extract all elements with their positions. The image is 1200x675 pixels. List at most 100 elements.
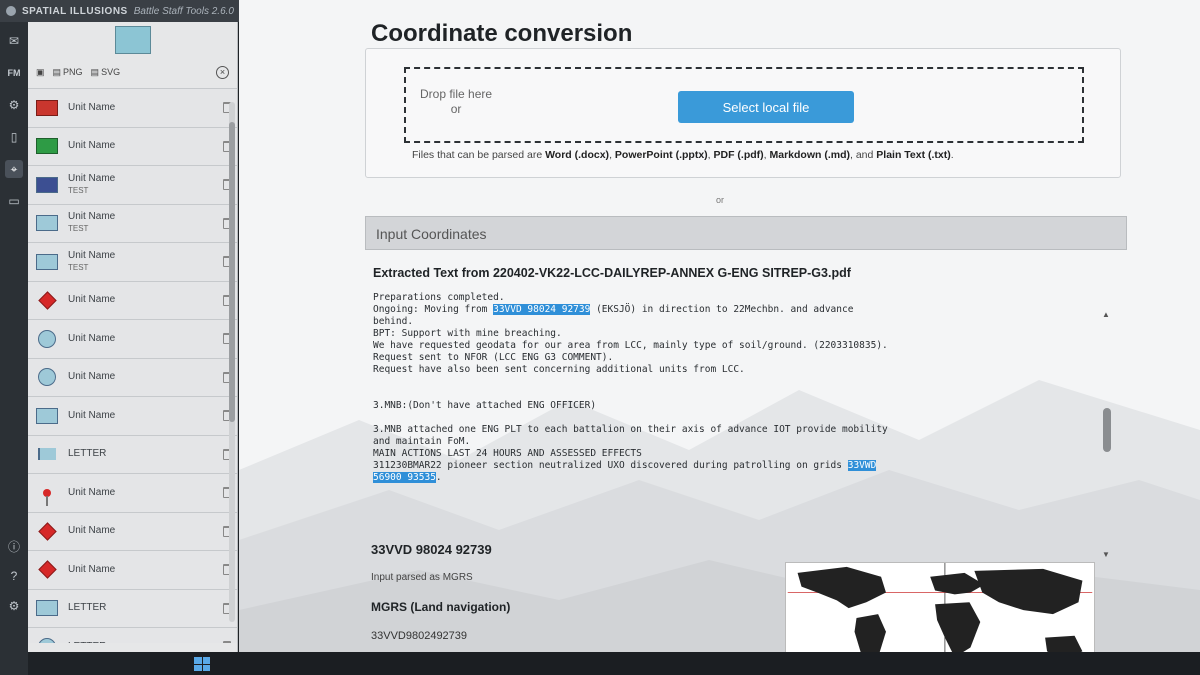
or-separator: or — [716, 195, 725, 205]
unit-name: Unit Name — [68, 172, 116, 184]
line-text: We have requested geodata for our area f… — [373, 340, 888, 351]
line-text: BPT: Support with mine breaching. — [373, 328, 562, 339]
svg-label: SVG — [101, 67, 121, 77]
scroll-down-icon[interactable]: ▼ — [1102, 550, 1110, 559]
unit-text: Unit Name — [68, 487, 215, 499]
main-content: Coordinate conversion Drop file here or … — [239, 0, 1200, 675]
extracted-line — [373, 376, 1113, 388]
unit-row[interactable]: Unit Name — [28, 88, 237, 127]
line-text: Preparations completed. — [373, 292, 505, 303]
unit-name: Unit Name — [68, 249, 116, 261]
unit-row[interactable]: Unit Name — [28, 126, 237, 165]
highlighted-coordinate[interactable]: 56900 93535 — [373, 472, 436, 483]
unit-row[interactable]: Unit Name TEST — [28, 242, 237, 281]
symbol-preview — [114, 26, 151, 54]
fm-icon[interactable]: FM — [5, 64, 23, 82]
crosshair-icon[interactable]: ⌖ — [5, 160, 23, 178]
unit-symbol-icon — [34, 251, 60, 273]
extracted-line: We have requested geodata for our area f… — [373, 340, 1113, 352]
line-text: behind. — [373, 316, 414, 327]
unit-symbol-icon — [34, 212, 60, 234]
select-local-file-button[interactable]: Select local file — [678, 91, 854, 123]
unit-row[interactable]: Unit Name — [28, 357, 237, 396]
unit-row[interactable]: Unit Name — [28, 280, 237, 319]
unit-text: Unit Name — [68, 140, 215, 152]
panel-toolbar: ▣ ▤ PNG ▤ SVG × — [28, 62, 237, 82]
extracted-line: 311230BMAR22 pioneer section neutralized… — [373, 460, 1113, 472]
drop-text-line1: Drop file here — [420, 87, 493, 101]
mail-icon[interactable]: ✉ — [5, 32, 23, 50]
unit-name: Unit Name — [68, 371, 116, 383]
unit-row[interactable]: Unit Name — [28, 319, 237, 358]
unit-name: Unit Name — [68, 409, 116, 421]
unit-symbol-icon — [34, 135, 60, 157]
highlighted-coordinate[interactable]: 33VWD — [847, 460, 877, 471]
unit-text: LETTER — [68, 602, 215, 614]
page-title: Coordinate conversion — [371, 20, 633, 47]
mgrs-value[interactable]: 33VVD9802492739 — [371, 630, 467, 642]
unit-subtitle: TEST — [68, 224, 89, 234]
network-icon[interactable]: ⚙ — [5, 96, 23, 114]
scroll-thumb[interactable] — [1103, 408, 1111, 452]
windows-start-icon[interactable] — [194, 657, 210, 671]
extracted-text-title: Extracted Text from 220402-VK22-LCC-DAIL… — [373, 266, 851, 280]
line-text: MAIN ACTIONS LAST 24 HOURS AND ASSESSED … — [373, 448, 642, 459]
supported-file-types: Files that can be parsed are Word (.docx… — [412, 149, 954, 161]
unit-text: Unit Name TEST — [68, 211, 215, 235]
unit-row[interactable]: LETTER — [28, 434, 237, 473]
trash-icon[interactable] — [223, 641, 231, 643]
unit-symbol-icon — [34, 328, 60, 350]
help-icon[interactable]: ? — [5, 567, 23, 585]
extracted-line: 56900 93535. — [373, 472, 1113, 484]
settings-icon[interactable]: ⚙ — [5, 597, 23, 615]
line-text: and maintain FoM. — [373, 436, 471, 447]
file-type-pptx: PowerPoint (.pptx) — [614, 149, 708, 161]
highlighted-coordinate[interactable]: 33VVD 98024 92739 — [493, 304, 591, 315]
book-icon[interactable]: ▭ — [5, 192, 23, 210]
line-text: 311230BMAR22 pioneer section neutralized… — [373, 460, 848, 471]
close-icon[interactable]: × — [216, 65, 229, 79]
text-scrollbar[interactable]: ▲ ▼ — [1101, 310, 1113, 560]
unit-symbol-icon — [34, 636, 60, 643]
extracted-line: and maintain FoM. — [373, 436, 1113, 448]
info-icon[interactable]: ⓘ — [5, 537, 23, 555]
panel-scrollbar[interactable] — [229, 102, 235, 622]
unit-row[interactable]: Unit Name TEST — [28, 203, 237, 242]
result-coordinate: 33VVD 98024 92739 — [371, 542, 492, 557]
file-drop-zone[interactable]: Drop file here or Select local file — [404, 67, 1084, 143]
file-type-docx: Word (.docx) — [545, 149, 610, 161]
unit-text: Unit Name — [68, 294, 215, 306]
line-text: Request sent to NFOR (LCC ENG G3 COMMENT… — [373, 352, 614, 363]
unit-row[interactable]: Unit Name — [28, 550, 237, 589]
line-text: Request have also been sent concerning a… — [373, 364, 745, 375]
unit-text: LETTER — [68, 641, 215, 643]
unit-symbol-icon — [34, 559, 60, 581]
unit-row[interactable]: LETTER — [28, 588, 237, 627]
unit-subtitle: TEST — [68, 185, 89, 195]
unit-symbol-icon — [34, 97, 60, 119]
unit-symbol-icon — [34, 366, 60, 388]
unit-row[interactable]: Unit Name — [28, 511, 237, 550]
extracted-line: Ongoing: Moving from 33VVD 98024 92739 (… — [373, 304, 1113, 316]
app-logo-icon — [6, 6, 16, 16]
unit-row[interactable]: Unit Name — [28, 396, 237, 435]
unit-row[interactable]: Unit Name — [28, 473, 237, 512]
line-text: 3.MNB attached one ENG PLT to each batta… — [373, 424, 888, 435]
unit-name: LETTER — [68, 602, 107, 614]
scroll-up-icon[interactable]: ▲ — [1102, 310, 1110, 319]
save-button[interactable]: ▣ — [36, 67, 45, 78]
unit-symbol-icon — [34, 482, 60, 506]
file-type-md: Markdown (.md) — [769, 149, 851, 161]
unit-name: LETTER — [68, 448, 107, 460]
extracted-text-box[interactable]: Preparations completed. Ongoing: Moving f… — [373, 292, 1113, 492]
unit-row[interactable]: LETTER — [28, 627, 237, 643]
export-png-button[interactable]: ▤ PNG — [53, 67, 83, 78]
map-icon[interactable]: ▯ — [5, 128, 23, 146]
unit-name: Unit Name — [68, 525, 116, 537]
extracted-line: 3.MNB:(Don't have attached ENG OFFICER) — [373, 400, 1113, 412]
unit-row[interactable]: Unit Name TEST — [28, 165, 237, 204]
export-svg-button[interactable]: ▤ SVG — [91, 67, 121, 78]
input-coordinates-header[interactable]: Input Coordinates — [365, 216, 1127, 250]
extracted-line: Request sent to NFOR (LCC ENG G3 COMMENT… — [373, 352, 1113, 364]
unit-text: Unit Name — [68, 102, 215, 114]
